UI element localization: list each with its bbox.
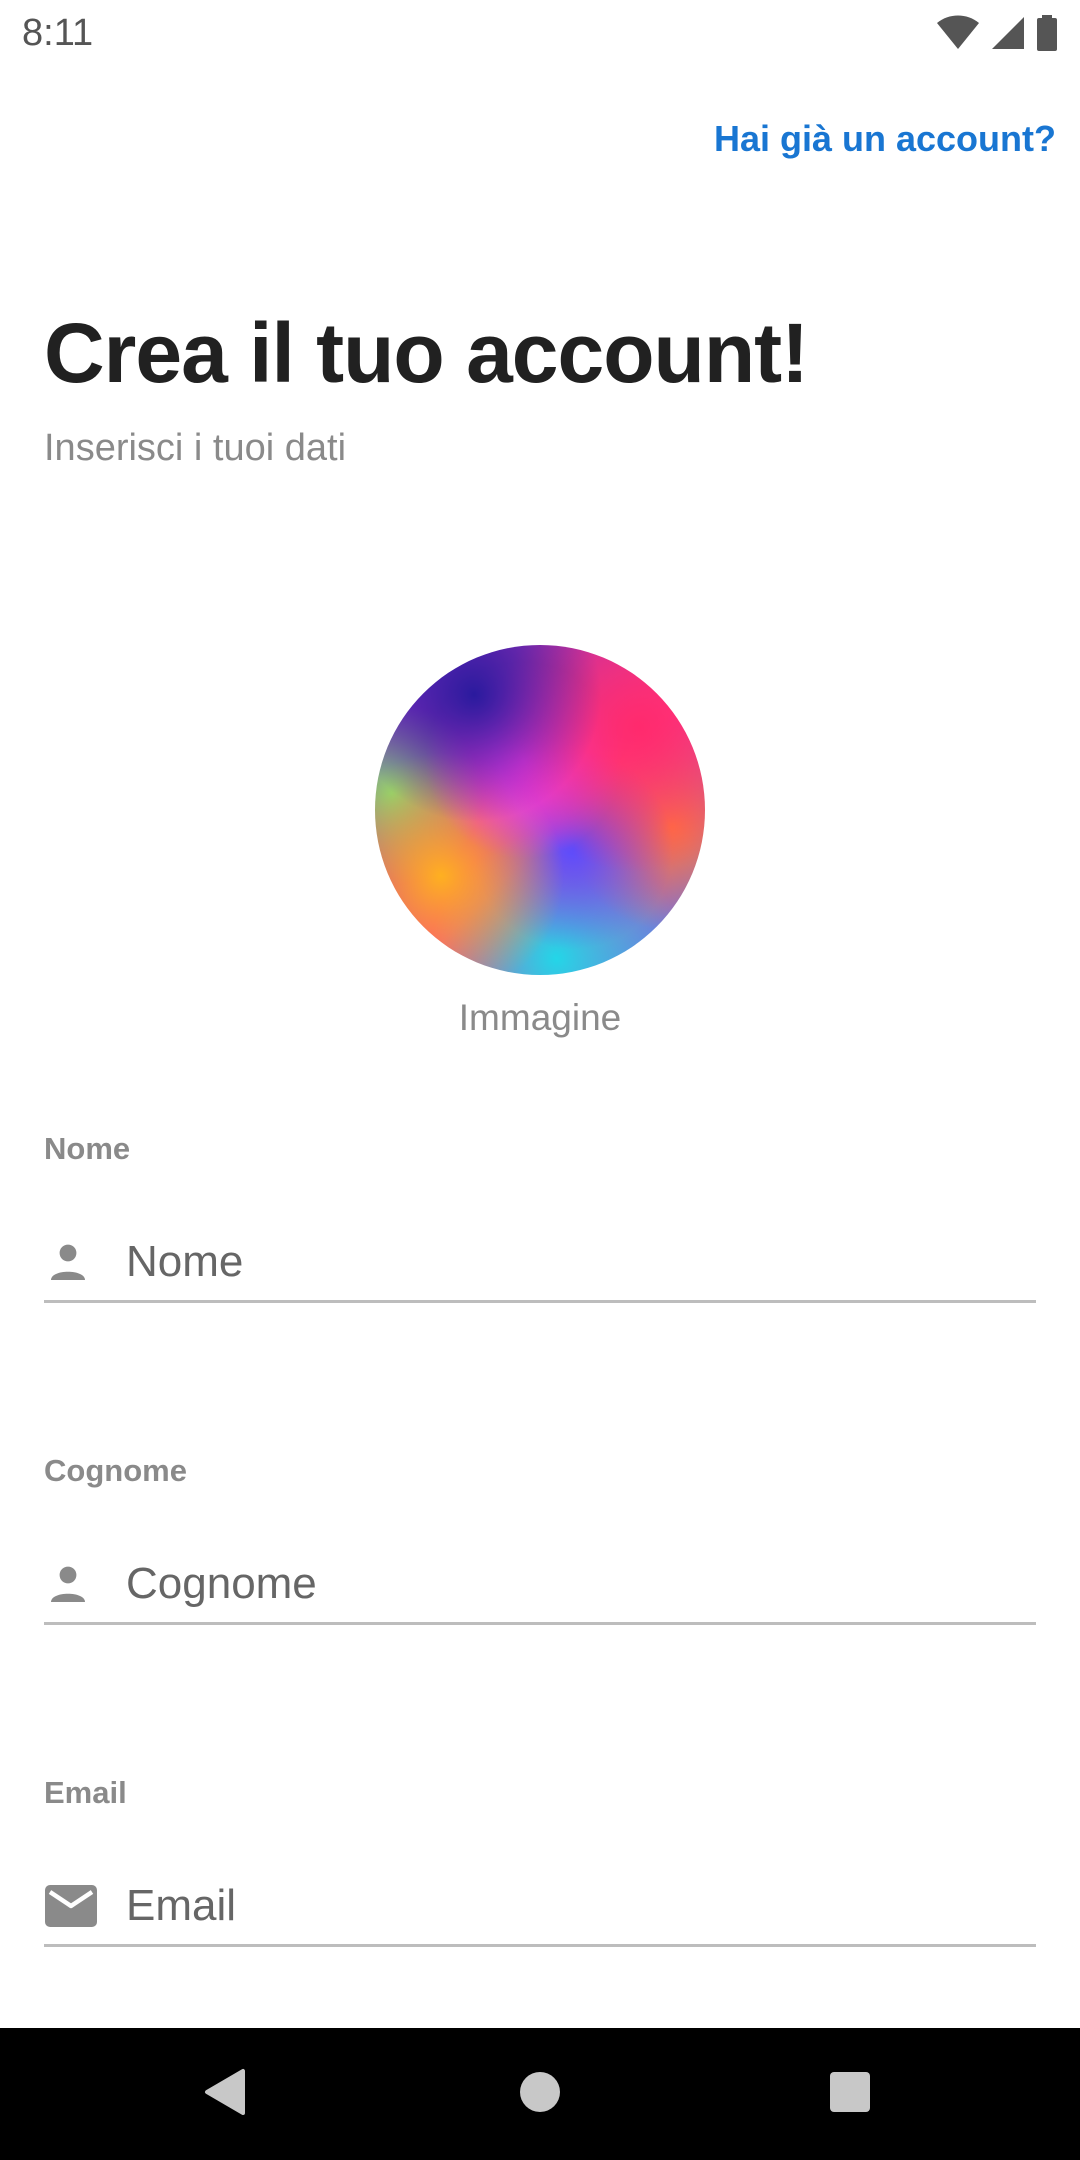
surname-field [44,1545,1036,1625]
person-icon [44,1232,104,1292]
cellular-signal-icon [990,15,1026,51]
email-field-label: Email [44,1775,127,1810]
status-time: 8:11 [22,11,94,54]
name-input[interactable] [126,1236,1006,1287]
mail-icon [44,1876,104,1936]
navigation-bar [0,2028,1080,2160]
surname-field-label: Cognome [44,1453,187,1488]
recents-button[interactable] [790,2028,910,2160]
avatar-image-picker[interactable] [375,645,705,975]
back-icon [203,2068,247,2121]
avatar-label: Immagine [458,997,622,1038]
person-icon [44,1554,104,1614]
status-bar: 8:11 [0,0,1080,66]
name-field-label: Nome [44,1131,131,1166]
home-icon [518,2070,562,2119]
status-icons [936,15,1058,51]
email-input[interactable] [126,1880,1006,1931]
email-field [44,1867,1036,1947]
page-title: Crea il tuo account! [44,306,809,400]
battery-icon [1036,15,1058,51]
login-link[interactable]: Hai già un account? [714,118,1056,160]
recents-icon [828,2070,872,2119]
home-button[interactable] [480,2028,600,2160]
surname-input[interactable] [126,1558,1006,1609]
name-field [44,1223,1036,1303]
wifi-icon [936,15,980,51]
page-subtitle: Inserisci i tuoi dati [44,427,347,469]
back-button[interactable] [165,2028,285,2160]
